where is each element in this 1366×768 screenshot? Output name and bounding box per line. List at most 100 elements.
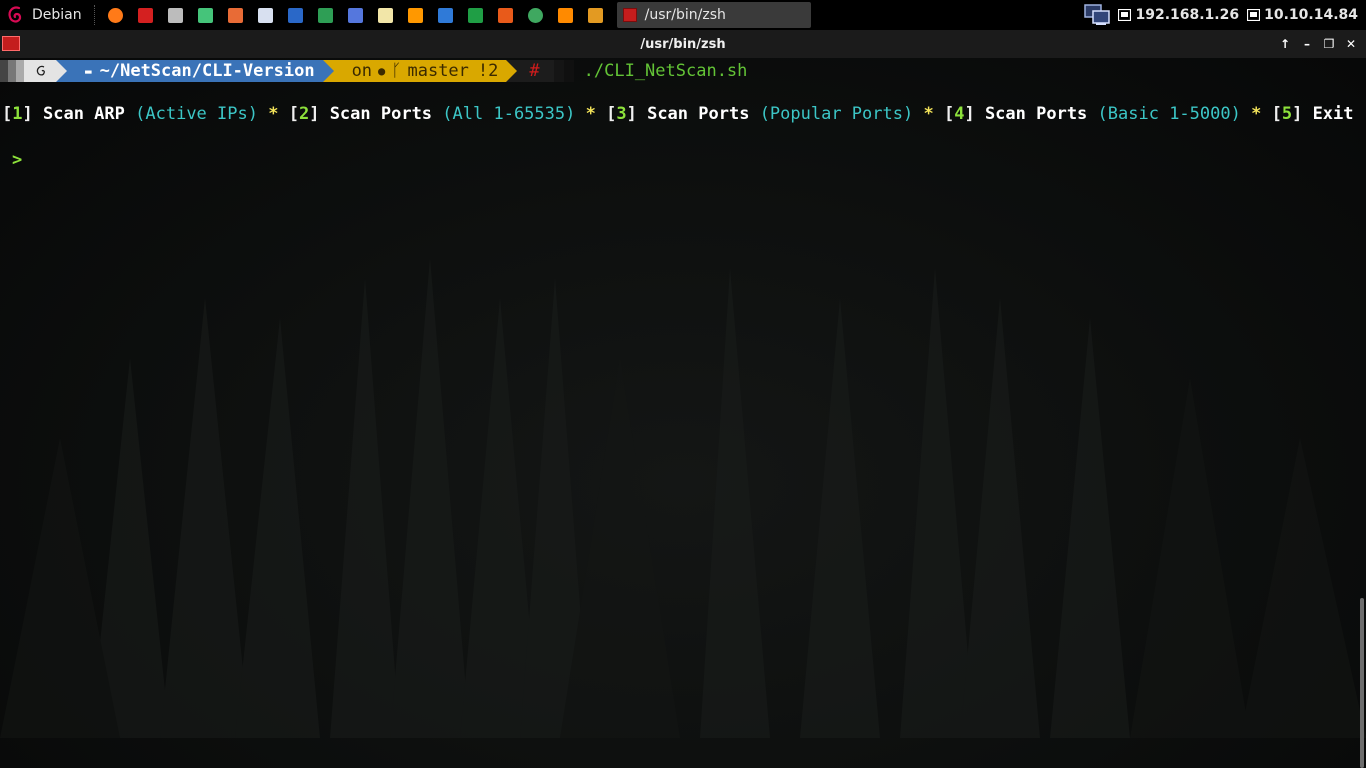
option-separator: *: [913, 104, 944, 124]
vlc-icon[interactable]: [556, 5, 576, 25]
prompt-root-symbol: #: [517, 60, 554, 82]
app-green-icon[interactable]: [196, 5, 216, 25]
github-icon: ●: [378, 64, 386, 78]
menu-option: [3] Scan Ports (Popular Ports): [606, 104, 913, 124]
ip-address-2: 10.10.14.84: [1247, 7, 1358, 23]
minimize-button[interactable]: –: [1296, 37, 1318, 51]
bracket: ]: [626, 104, 637, 124]
command-text: ./CLI_NetScan.sh: [583, 61, 748, 81]
prompt-path: ~/NetScan/CLI-Version: [99, 61, 315, 81]
search-icon[interactable]: [586, 5, 606, 25]
taskbar-window-button[interactable]: /usr/bin/zsh: [616, 2, 811, 28]
option-detail: (Popular Ports): [759, 104, 914, 124]
option-number: 2: [298, 104, 310, 124]
burp-icon[interactable]: [226, 5, 246, 25]
notes-icon[interactable]: [376, 5, 396, 25]
option-separator: *: [575, 104, 607, 124]
option-detail: (Basic 1-5000): [1097, 104, 1241, 124]
globe-icon[interactable]: [526, 5, 546, 25]
eye-icon[interactable]: [256, 5, 276, 25]
menu-option: [5] Exit: [1272, 104, 1354, 124]
ethernet-icon: [1118, 9, 1132, 21]
terminal-scrollbar[interactable]: [1360, 598, 1364, 768]
files-icon[interactable]: [166, 5, 186, 25]
forest-wallpaper: [0, 258, 1366, 738]
sublime-icon[interactable]: [406, 5, 426, 25]
menu-option: [4] Scan Ports (Basic 1-5000): [944, 104, 1241, 124]
applications-menu-button[interactable]: Debian: [0, 0, 90, 30]
branch-icon: ᚴ: [391, 61, 402, 81]
kali-dragon-icon[interactable]: [316, 5, 336, 25]
network-monitor-icon[interactable]: [1084, 4, 1111, 26]
prompt-fade: [563, 60, 574, 82]
calc-icon[interactable]: [466, 5, 486, 25]
scan-menu: [1] Scan ARP (Active IPs) * [2] Scan Por…: [2, 104, 1354, 124]
prompt-arrow: [56, 60, 67, 82]
keep-above-button[interactable]: ↑: [1274, 37, 1296, 51]
option-number: 1: [12, 104, 23, 124]
folder-icon: ▬: [85, 64, 92, 78]
option-label: Scan ARP: [43, 104, 125, 124]
option-separator: *: [1240, 104, 1272, 124]
option-label: Exit: [1312, 104, 1354, 124]
terminal-icon[interactable]: [136, 5, 156, 25]
terminal-icon[interactable]: [2, 36, 20, 51]
window-titlebar[interactable]: /usr/bin/zsh ↑ – ❐ ✕: [0, 30, 1366, 58]
window-controls: ↑ – ❐ ✕: [1274, 30, 1362, 58]
bracket: ]: [22, 104, 33, 124]
prompt-arrow: [506, 60, 518, 82]
launcher-bar: [101, 5, 611, 25]
menu-option: [2] Scan Ports (All 1-65535): [289, 104, 576, 124]
firefox-icon[interactable]: [106, 5, 126, 25]
git-branch: master: [407, 61, 469, 81]
option-number: 4: [954, 104, 965, 124]
option-detail: (Active IPs): [135, 104, 258, 124]
writer-icon[interactable]: [436, 5, 456, 25]
git-on-label: on: [351, 61, 373, 81]
bracket: ]: [309, 104, 320, 124]
prompt-directory-segment: ▬ ~/NetScan/CLI-Version: [67, 60, 323, 82]
impress-icon[interactable]: [496, 5, 516, 25]
ip-address-1: 192.168.1.26: [1118, 7, 1239, 23]
prompt-arrow: [322, 60, 334, 82]
prompt-os-segment: [24, 60, 56, 82]
option-number: 3: [616, 104, 627, 124]
debian-icon: [36, 65, 45, 76]
top-panel: Debian /usr/bin/zsh 192.168.1.26 10.10.1…: [0, 0, 1366, 30]
ip-address-1-label: 192.168.1.26: [1135, 7, 1240, 23]
close-button[interactable]: ✕: [1340, 37, 1362, 51]
option-label: Scan Ports: [647, 104, 750, 124]
task-title: /usr/bin/zsh: [644, 7, 726, 23]
bracket: [: [606, 104, 617, 124]
window-title: /usr/bin/zsh: [640, 36, 726, 52]
maximize-button[interactable]: ❐: [1318, 37, 1340, 51]
bracket: [: [1271, 104, 1282, 124]
bracket: ]: [1292, 104, 1303, 124]
input-prompt[interactable]: >: [12, 150, 22, 170]
vpn-ethernet-icon: [1247, 9, 1261, 21]
menu-option: [1] Scan ARP (Active IPs): [2, 104, 258, 124]
shell-prompt: ▬ ~/NetScan/CLI-Version on ● ᚴ master !2…: [0, 60, 747, 82]
ip-address-2-label: 10.10.14.84: [1264, 7, 1358, 23]
network-tool-icon[interactable]: [346, 5, 366, 25]
terminal-area[interactable]: ▬ ~/NetScan/CLI-Version on ● ᚴ master !2…: [0, 58, 1366, 768]
option-detail: (All 1-65535): [442, 104, 576, 124]
terminal-icon: [622, 8, 637, 22]
prompt-fade: [553, 60, 564, 82]
menu-label: Debian: [32, 7, 82, 23]
bracket: [: [943, 104, 955, 124]
debian-swirl-icon: [8, 6, 22, 23]
git-status: !2: [477, 61, 499, 81]
bracket: [: [2, 104, 13, 124]
wireshark-icon[interactable]: [286, 5, 306, 25]
prompt-fade: [0, 60, 8, 82]
bracket: [: [288, 104, 299, 124]
option-separator: *: [257, 104, 289, 124]
